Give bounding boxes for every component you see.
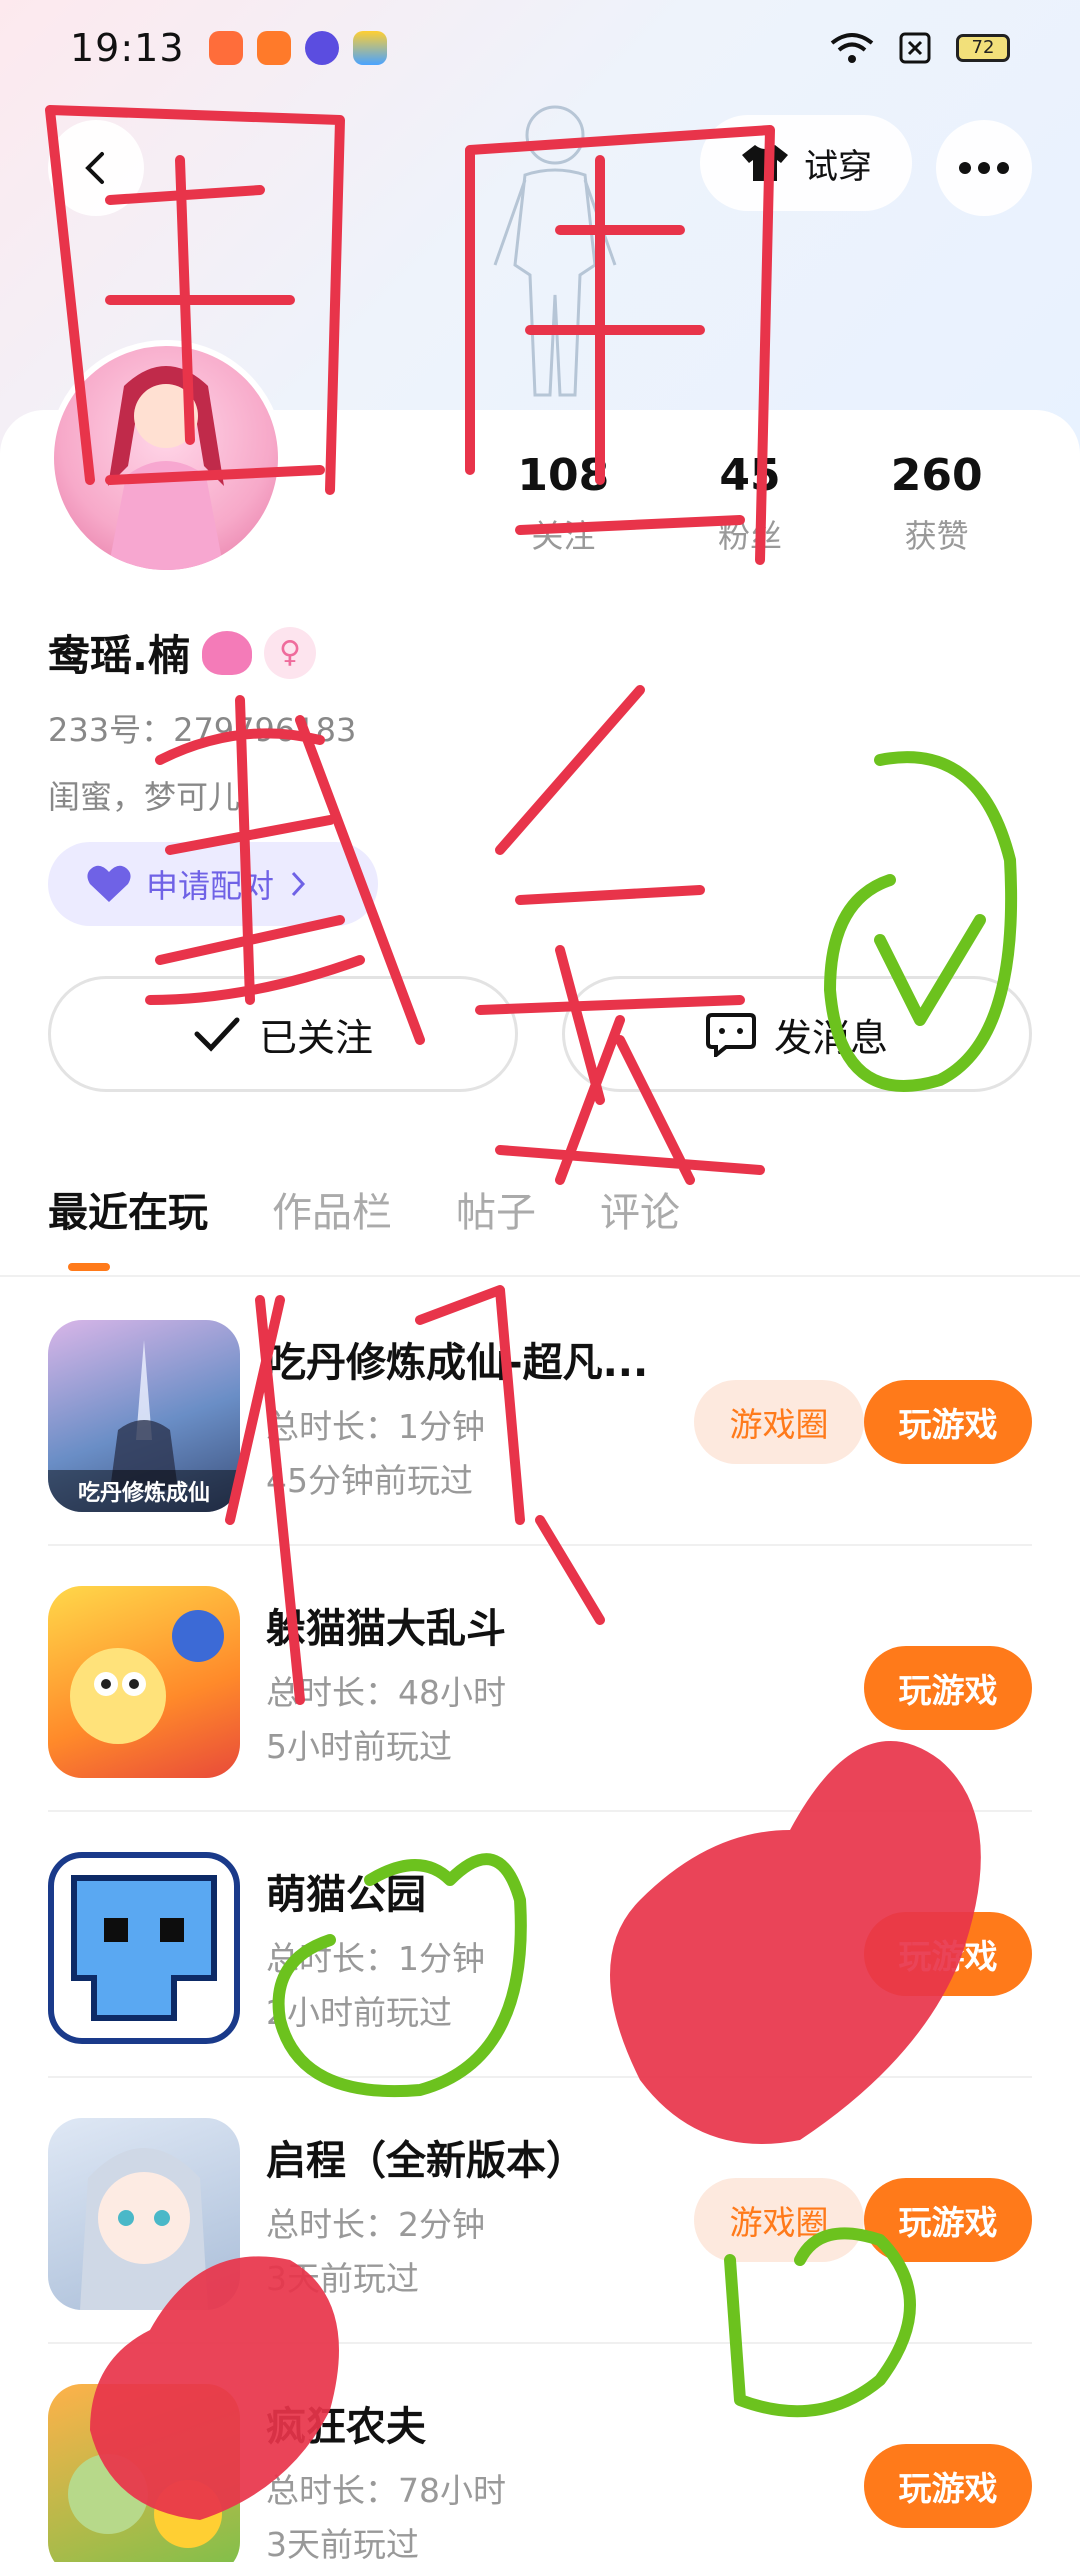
game-icon xyxy=(48,2384,240,2562)
stat-label: 关注 xyxy=(531,517,596,555)
stat-followers[interactable]: 45 粉丝 xyxy=(657,450,844,557)
sim-icon xyxy=(899,32,931,64)
heart-badge-icon xyxy=(201,630,252,675)
game-duration: 总时长：1分钟 xyxy=(266,1407,485,1446)
tab-posts[interactable]: 帖子 xyxy=(456,1180,536,1238)
stat-likes[interactable]: 260 获赞 xyxy=(843,450,1030,557)
game-title: 疯狂农夫 xyxy=(266,2404,426,2450)
back-button[interactable] xyxy=(48,120,144,216)
game-artwork xyxy=(68,2454,222,2548)
list-item[interactable]: 吃丹修炼成仙 吃丹修炼成仙-超凡... 总时长：1分钟 45分钟前玩过 游戏圈 … xyxy=(48,1280,1032,1546)
tabs-divider xyxy=(0,1275,1080,1277)
game-last-played: 2小时前玩过 xyxy=(266,1993,452,2032)
game-title: 启程（全新版本） xyxy=(266,2138,586,2184)
avatar-character-illustration xyxy=(108,366,224,570)
avatar[interactable] xyxy=(48,340,284,576)
game-artwork xyxy=(54,1858,234,2038)
game-artwork xyxy=(70,1610,224,1744)
try-on-button[interactable]: 试穿 xyxy=(700,115,912,211)
game-duration: 总时长：1分钟 xyxy=(266,1939,485,1978)
app-notification-icon xyxy=(256,31,291,65)
game-title: 躲猫猫大乱斗 xyxy=(266,1606,506,1652)
stat-value: 45 xyxy=(719,450,781,501)
status-bar: 19:13 72 xyxy=(0,0,1080,96)
tab-works[interactable]: 作品栏 xyxy=(272,1180,392,1238)
game-duration: 总时长：78小时 xyxy=(266,2471,506,2510)
play-game-button[interactable]: 玩游戏 xyxy=(864,1912,1032,1996)
game-icon: 吃丹修炼成仙 xyxy=(48,1320,240,1512)
list-item[interactable]: 萌猫公园 总时长：1分钟 2小时前玩过 玩游戏 xyxy=(48,1812,1032,2078)
send-message-button[interactable]: 发消息 xyxy=(562,976,1032,1092)
profile-name: 鸯瑶.楠 xyxy=(48,631,190,680)
status-time: 19:13 xyxy=(70,26,185,70)
list-item[interactable]: 躲猫猫大乱斗 总时长：48小时 5小时前玩过 玩游戏 xyxy=(48,1546,1032,1812)
message-bubble-icon xyxy=(705,1013,756,1057)
stat-label: 粉丝 xyxy=(718,517,783,555)
profile-tabs: 最近在玩 作品栏 帖子 评论 xyxy=(48,1180,680,1238)
try-on-label: 试穿 xyxy=(804,146,872,187)
game-icon xyxy=(48,1586,240,1778)
game-duration: 总时长：48小时 xyxy=(266,1673,506,1712)
game-artwork: 吃丹修炼成仙 xyxy=(48,1340,240,1512)
status-indicators: 72 xyxy=(830,31,1010,65)
play-game-button[interactable]: 玩游戏 xyxy=(864,2178,1032,2262)
game-circle-button[interactable]: 游戏圈 xyxy=(694,1380,864,1464)
more-dots-icon xyxy=(959,162,1009,174)
game-last-played: 5小时前玩过 xyxy=(266,1727,452,1766)
stat-value: 108 xyxy=(517,450,610,501)
apply-pair-button[interactable]: 申请配对 xyxy=(48,842,378,926)
profile-name-row: 鸯瑶.楠 ♀ xyxy=(48,622,316,683)
check-icon xyxy=(194,1017,240,1052)
app-notification-icon xyxy=(352,31,387,65)
stat-value: 260 xyxy=(890,450,983,501)
game-title: 萌猫公园 xyxy=(266,1872,426,1918)
game-artwork xyxy=(80,2148,208,2310)
profile-id[interactable]: 233号：279796183 xyxy=(48,705,356,751)
game-duration: 总时长：2分钟 xyxy=(266,2205,485,2244)
send-message-label: 发消息 xyxy=(773,1015,888,1060)
game-circle-button[interactable]: 游戏圈 xyxy=(694,2178,864,2262)
game-last-played: 3天前玩过 xyxy=(266,2259,419,2298)
game-last-played: 3天前玩过 xyxy=(266,2525,419,2562)
recent-games-list: 吃丹修炼成仙 吃丹修炼成仙-超凡... 总时长：1分钟 45分钟前玩过 游戏圈 … xyxy=(0,1280,1080,2562)
wifi-icon xyxy=(830,33,874,63)
gender-female-icon: ♀ xyxy=(263,626,316,679)
battery-indicator: 72 xyxy=(956,34,1010,62)
chevron-right-icon xyxy=(291,871,306,897)
back-arrow-icon xyxy=(85,152,104,184)
tshirt-icon xyxy=(742,145,788,181)
followed-label: 已关注 xyxy=(258,1015,373,1060)
play-game-button[interactable]: 玩游戏 xyxy=(864,1646,1032,1730)
game-title: 吃丹修炼成仙-超凡... xyxy=(266,1340,649,1386)
game-icon xyxy=(48,1852,240,2044)
tab-comments[interactable]: 评论 xyxy=(600,1180,680,1238)
stat-label: 获赞 xyxy=(904,517,969,555)
list-item[interactable]: 疯狂农夫 总时长：78小时 3天前玩过 玩游戏 xyxy=(48,2344,1032,2562)
avatar-outfit-preview xyxy=(493,105,617,397)
app-notification-icon xyxy=(304,31,339,65)
active-tab-indicator xyxy=(68,1263,110,1271)
play-game-button[interactable]: 玩游戏 xyxy=(864,1380,1032,1464)
notification-icons xyxy=(208,31,387,65)
list-item[interactable]: 启程（全新版本） 总时长：2分钟 3天前玩过 游戏圈 玩游戏 xyxy=(48,2078,1032,2344)
game-last-played: 45分钟前玩过 xyxy=(266,1461,473,1500)
profile-stats: 108 关注 45 粉丝 260 获赞 xyxy=(470,450,1030,557)
game-icon xyxy=(48,2118,240,2310)
profile-bio: 闺蜜，梦可儿 xyxy=(48,778,241,816)
play-game-button[interactable]: 玩游戏 xyxy=(864,2444,1032,2528)
stat-following[interactable]: 108 关注 xyxy=(470,450,657,557)
followed-button[interactable]: 已关注 xyxy=(48,976,518,1092)
heart-icon xyxy=(87,865,131,902)
tab-recently-played[interactable]: 最近在玩 xyxy=(48,1180,208,1238)
apply-pair-label: 申请配对 xyxy=(146,867,275,905)
app-notification-icon xyxy=(208,31,243,65)
game-icon-caption: 吃丹修炼成仙 xyxy=(78,1480,210,1506)
more-button[interactable] xyxy=(936,120,1032,216)
